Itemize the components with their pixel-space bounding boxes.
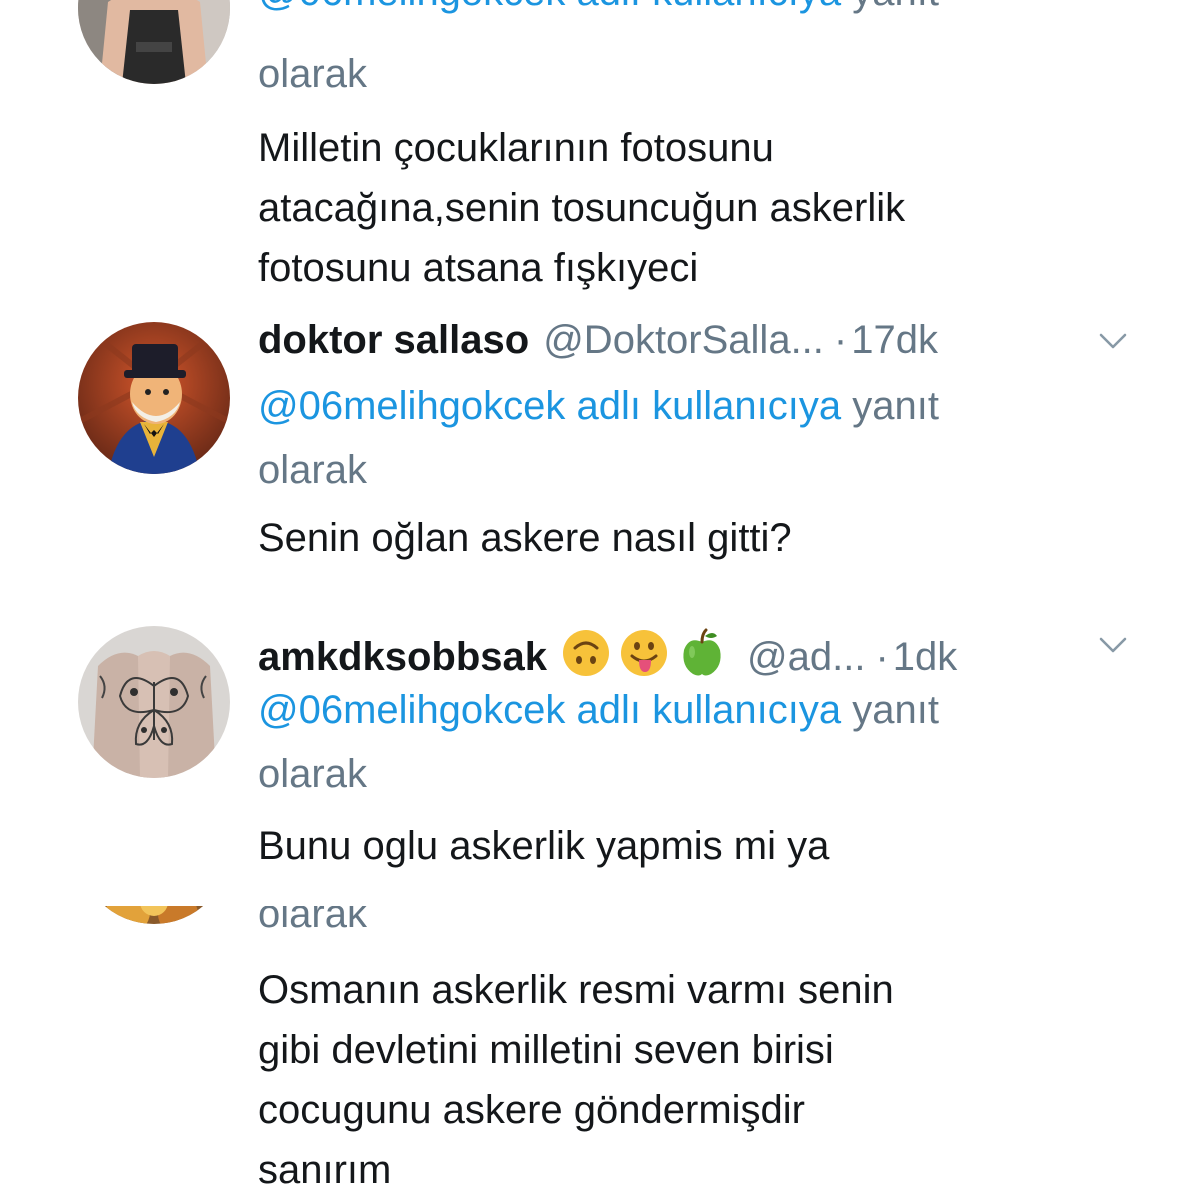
separator-dot: · [875, 635, 889, 679]
reply-mention-link[interactable]: @06melihgokcek adlı kullanıcıya [258, 384, 841, 428]
reply-context: @06melihgokcek adlı kullanıcıya yanıt [258, 678, 1138, 742]
food-photo-avatar[interactable] [78, 906, 230, 924]
tweet-text-line: gibi devletini milletini seven birisi [258, 1028, 834, 1072]
user-photo-avatar[interactable] [78, 0, 230, 84]
reply-context: @06melihgokcek adlı kullanıcıya yanıt [258, 374, 1138, 438]
timestamp[interactable]: 17dk [851, 316, 938, 364]
cartoon-magician-avatar[interactable] [78, 322, 230, 474]
tweet-text-line: fotosunu atsana fışkıyeci [258, 246, 699, 290]
reply-olarak: olarak [258, 448, 367, 492]
tongue-out-face-emoji [621, 630, 668, 676]
tweet-1[interactable]: @06melihgokcek adlı kullanıcıya yanıt ol… [0, 0, 1200, 300]
tweet-text-line: Osmanın askerlik resmi varmı senin [258, 968, 894, 1012]
chevron-down-icon[interactable] [1098, 634, 1128, 656]
display-name[interactable]: amkdksobbsak [258, 633, 547, 681]
separator-dot: · [833, 318, 848, 362]
tweet-header: doktor sallaso @DoktorSalla... · 17dk [258, 316, 1138, 364]
reply-suffix: yanıt [852, 0, 939, 14]
tweet-text-line: sanırım [258, 1148, 392, 1192]
reply-mention-link[interactable]: @06melihgokcek adlı kullanıcıya [258, 688, 841, 732]
reply-context-cropped: @06melihgokcek adlı kullanıcıya yanıt [258, 0, 939, 24]
reply-olarak: olarak [258, 52, 367, 96]
reply-olarak: olarak [258, 752, 367, 796]
tweet-header: amkdksobbsak @ad... · 1dk [258, 620, 1138, 679]
user-handle[interactable]: @ad... [747, 633, 865, 681]
reply-suffix: yanıt [852, 384, 939, 428]
tweet-2[interactable]: doktor sallaso @DoktorSalla... · 17dk @0… [0, 316, 1200, 586]
tweet-text: Senin oğlan askere nasıl gitti? [258, 516, 792, 560]
tweet-text: Milletin çocuklarının fotosunu atacağına… [258, 118, 1158, 298]
chevron-down-icon[interactable] [1098, 330, 1128, 352]
timestamp[interactable]: 1dk [893, 633, 958, 681]
display-name[interactable]: doktor sallaso [258, 316, 529, 364]
butterfly-tattoo-avatar[interactable] [78, 626, 230, 778]
green-apple-emoji [683, 628, 721, 676]
tweet-text: Osmanın askerlik resmi varmı senin gibi … [258, 960, 1158, 1200]
tweet-text-line: Milletin çocuklarının fotosunu [258, 126, 774, 170]
reply-mention-link[interactable]: @06melihgokcek adlı kullanıcıya [258, 0, 841, 14]
tweet-text-line: atacağına,senin tosuncuğun askerlik [258, 186, 906, 230]
reply-olarak: olarak [258, 906, 367, 936]
tweet-3[interactable]: amkdksobbsak @ad... · 1dk @06melihgokcek… [0, 620, 1200, 890]
tweet-text: Bunu oglu askerlik yapmis mi ya [258, 824, 830, 868]
user-handle[interactable]: @DoktorSalla... [543, 316, 824, 364]
reply-suffix: yanıt [852, 688, 939, 732]
tweet-text-line: cocugunu askere göndermişdir [258, 1088, 805, 1132]
tweet-4[interactable]: olarak Osmanın askerlik resmi varmı seni… [0, 906, 1200, 1200]
upside-down-face-emoji [563, 630, 610, 676]
